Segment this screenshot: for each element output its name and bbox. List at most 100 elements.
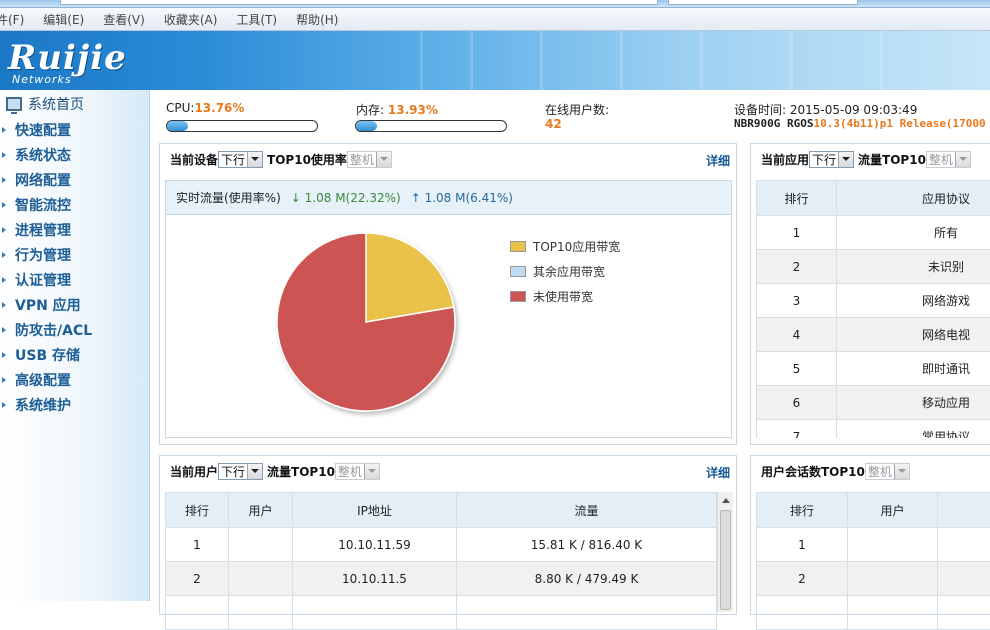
ip-cell: 10.10.11.5 [293,562,457,596]
computer-icon [6,97,22,111]
app-cell: 移动应用 [837,386,990,420]
select-value: 整机 [348,151,376,168]
rank-cell: 1 [757,216,837,250]
arrow-right-icon [2,152,6,158]
legend-swatch-other [510,266,526,277]
logo-subtitle: Networks [12,73,72,86]
sidebar-item-process[interactable]: 进程管理 [0,217,149,242]
realtime-flow-bar: 实时流量(使用率%) ↓ 1.08 M(22.32%) ↑ 1.08 M(6.4… [166,181,731,215]
sidebar-item-home[interactable]: 系统首页 [0,91,149,117]
menu-tools[interactable]: 工具(T) [226,11,286,28]
session-panel-title: 用户会话数TOP10 [761,463,865,480]
legend-top10: TOP10应用带宽 [510,238,620,255]
sidebar-item-vpn[interactable]: VPN 应用 [0,292,149,317]
bandwidth-pie-chart [166,216,733,438]
user-detail-link[interactable]: 详细 [706,464,730,481]
app-cell: 常用协议 [837,420,990,439]
table-row[interactable]: 5即时通讯 [757,352,990,386]
arrow-right-icon [2,327,6,333]
table-row[interactable]: 1 [757,528,990,562]
app-cell: 所有 [837,216,990,250]
rank-cell: 6 [757,386,837,420]
column-header: 用户 [229,493,293,528]
arrow-right-icon [2,177,6,183]
menu-help[interactable]: 帮助(H) [286,11,347,28]
memory-label: 内存: [356,103,384,117]
menu-favorites[interactable]: 收藏夹(A) [154,11,227,28]
table-row[interactable]: 1所有 [757,216,990,250]
chevron-down-icon [376,152,391,167]
version-prefix: NBR900G RGOS [734,117,813,130]
sidebar-item-maintenance[interactable]: 系统维护 [0,392,149,417]
scroll-thumb[interactable] [720,510,731,610]
user-scope-select[interactable]: 整机 [335,463,380,480]
arrow-right-icon [2,202,6,208]
user-cell [848,562,938,596]
address-bar-edge [60,0,658,5]
legend-label: TOP10应用带宽 [533,238,620,255]
sidebar-item-label: 防攻击/ACL [15,320,92,340]
app-direction-select[interactable]: 下行 [809,151,854,168]
table-row[interactable]: 3网络游戏 [757,284,990,318]
user-panel-title: 流量TOP10 [267,463,335,480]
device-panel-title: TOP10使用率 [267,151,347,168]
arrow-right-icon [2,227,6,233]
sidebar-item-acl[interactable]: 防攻击/ACL [0,317,149,342]
session-scope-select[interactable]: 整机 [865,463,910,480]
sidebar-item-auth[interactable]: 认证管理 [0,267,149,292]
sidebar-item-flow-control[interactable]: 智能流控 [0,192,149,217]
select-value: 整机 [336,463,364,480]
table-row[interactable]: 2未识别 [757,250,990,284]
chevron-down-icon [247,152,262,167]
cpu-progress-fill [167,121,188,131]
user-direction-select[interactable]: 下行 [218,463,263,480]
column-header: IP地址 [293,493,457,528]
arrow-right-icon [2,352,6,358]
rank-cell: 3 [757,284,837,318]
user-cell [229,528,293,562]
rank-cell: 4 [757,318,837,352]
table-row[interactable]: 2 [757,562,990,596]
user-panel-label: 当前用户 [170,463,218,480]
menu-edit[interactable]: 编辑(E) [33,11,93,28]
legend-label: 其余应用带宽 [533,263,605,280]
sidebar-item-advanced[interactable]: 高级配置 [0,367,149,392]
arrow-right-icon [2,127,6,133]
table-row[interactable]: 6移动应用 [757,386,990,420]
device-panel-label: 当前设备 [170,151,218,168]
table-row[interactable]: 110.10.11.5915.81 K / 816.40 K [166,528,717,562]
rank-cell: 2 [166,562,229,596]
device-direction-select[interactable]: 下行 [218,151,263,168]
sidebar-item-quick-config[interactable]: 快速配置 [0,117,149,142]
table-row[interactable]: 2 10.10.11.58.80 K / 479.49 K [166,562,717,596]
table-row[interactable]: 7常用协议 [757,420,990,439]
arrow-right-icon [2,302,6,308]
cpu-progress-bar [166,120,318,132]
sidebar-item-behavior[interactable]: 行为管理 [0,242,149,267]
sidebar-item-network-config[interactable]: 网络配置 [0,167,149,192]
device-detail-link[interactable]: 详细 [706,152,730,169]
cpu-stat: CPU:13.76% [166,101,244,115]
column-header: 排行 [166,493,229,528]
scroll-up-icon[interactable] [718,492,733,508]
sidebar-item-system-status[interactable]: 系统状态 [0,142,149,167]
menu-file[interactable]: 件(F) [0,11,33,28]
user-traffic-panel: 当前用户 下行 流量TOP10 整机 详细 排行 用户 IP地址 流量 110.… [159,455,737,615]
sidebar-item-usb[interactable]: USB 存储 [0,342,149,367]
app-scope-select[interactable]: 整机 [926,151,971,168]
firmware-version: NBR900G RGOS10.3(4b11)p1 Release(17000 [734,117,990,130]
app-panel-header: 当前应用 下行 流量TOP10 整机 [751,144,990,174]
device-panel-header: 当前设备 下行 TOP10使用率 整机 [160,144,736,174]
download-rate: ↓ 1.08 M(22.32%) [291,191,401,205]
rank-cell: 5 [757,352,837,386]
arrow-down-icon: ↓ [291,191,301,205]
select-value: 下行 [219,151,247,168]
traffic-cell: 15.81 K / 816.40 K [457,528,717,562]
user-table-scrollbar[interactable] [717,492,733,612]
device-scope-select[interactable]: 整机 [347,151,392,168]
legend-label: 未使用带宽 [533,288,593,305]
select-value: 整机 [866,463,894,480]
table-row[interactable]: 4网络电视 [757,318,990,352]
menu-view[interactable]: 查看(V) [93,11,154,28]
traffic-cell: 8.80 K / 479.49 K [457,562,717,596]
